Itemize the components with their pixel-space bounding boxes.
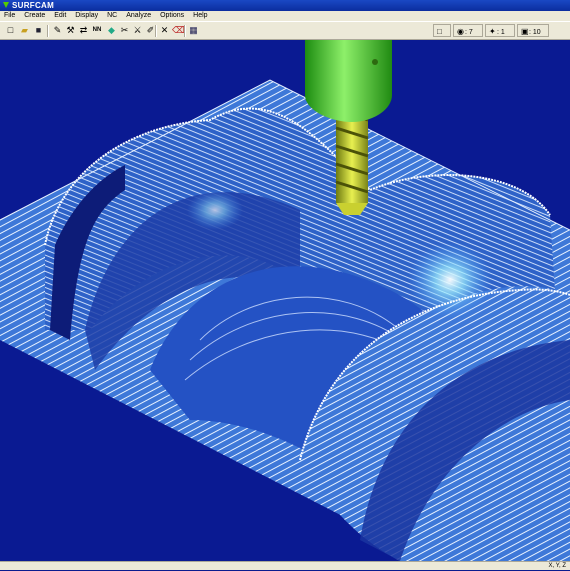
delete-x-icon: ✕ <box>160 25 169 35</box>
erase-icon: ⌫ <box>172 25 185 35</box>
paint-icon: ✐ <box>146 25 155 35</box>
menu-bar: File Create Edit Display NC Analyze Opti… <box>0 11 570 21</box>
trim-icon: ⚔ <box>133 25 142 35</box>
menu-edit[interactable]: Edit <box>54 11 66 21</box>
calculator-button[interactable]: ▦ <box>188 25 199 36</box>
color-status[interactable]: □ <box>433 24 451 37</box>
view-status[interactable]: ◉: 7 <box>453 24 483 37</box>
surfcam-logo-icon <box>3 2 9 8</box>
window-title: SURFCAM <box>12 1 55 10</box>
toolbar-separator <box>184 25 186 37</box>
delete-button[interactable]: ✕ <box>159 25 170 36</box>
specular-highlight <box>408 242 492 318</box>
menu-create[interactable]: Create <box>24 11 45 21</box>
open-folder-icon: ▰ <box>21 25 28 35</box>
eye-icon: ◉ <box>457 27 464 36</box>
menu-display[interactable]: Display <box>75 11 98 21</box>
color-square-icon: □ <box>437 27 442 36</box>
toolpath-button[interactable]: ⚒ <box>65 25 76 36</box>
open-file-button[interactable]: ▰ <box>19 25 30 36</box>
status-bar: X, Y, Z <box>0 561 570 570</box>
calculator-icon: ▦ <box>189 25 198 35</box>
toolpath-icon: ⚒ <box>66 25 75 35</box>
graphics-viewport[interactable] <box>0 40 570 561</box>
edit-icon: ✎ <box>53 25 62 35</box>
title-bar: SURFCAM <box>0 0 570 11</box>
new-file-button[interactable]: □ <box>5 25 16 36</box>
new-file-icon: □ <box>7 25 14 35</box>
nn-icon: NN <box>92 27 102 33</box>
nn-button[interactable]: NN <box>90 25 104 36</box>
layer-icon: ▣ <box>521 27 529 36</box>
menu-help[interactable]: Help <box>193 11 207 21</box>
layer-status[interactable]: ▣: 10 <box>517 24 549 37</box>
erase-button[interactable]: ⌫ <box>172 25 185 36</box>
transform-icon: ⇄ <box>79 25 88 35</box>
menu-options[interactable]: Options <box>160 11 184 21</box>
menu-file[interactable]: File <box>4 11 15 21</box>
cut-button[interactable]: ✂ <box>119 25 130 36</box>
snap-button[interactable]: ◆ <box>106 25 117 36</box>
layer-status-value: : 10 <box>529 29 541 36</box>
view-status-value: : 7 <box>465 29 473 36</box>
menu-nc[interactable]: NC <box>107 11 117 21</box>
cut-icon: ✂ <box>120 25 129 35</box>
transform-button[interactable]: ⇄ <box>78 25 89 36</box>
snap-icon: ◆ <box>108 25 115 35</box>
level-status[interactable]: ✦: 1 <box>485 24 515 37</box>
save-file-button[interactable]: ■ <box>33 25 44 36</box>
toolbar-separator <box>47 25 49 37</box>
level-icon: ✦ <box>489 27 496 36</box>
menu-analyze[interactable]: Analyze <box>126 11 151 21</box>
level-status-value: : 1 <box>497 29 505 36</box>
save-icon: ■ <box>35 25 42 35</box>
trim-button[interactable]: ⚔ <box>132 25 143 36</box>
toolbar-separator <box>155 25 157 37</box>
edit-button[interactable]: ✎ <box>52 25 63 36</box>
toolbar: □ ▰ ■ ✎ ⚒ ⇄ NN ◆ ✂ ⚔ ✐ ✕ ⌫ ▦ □ ◉: 7 ✦: 1… <box>0 21 570 40</box>
part-render <box>0 40 570 561</box>
specular-highlight <box>187 190 243 230</box>
